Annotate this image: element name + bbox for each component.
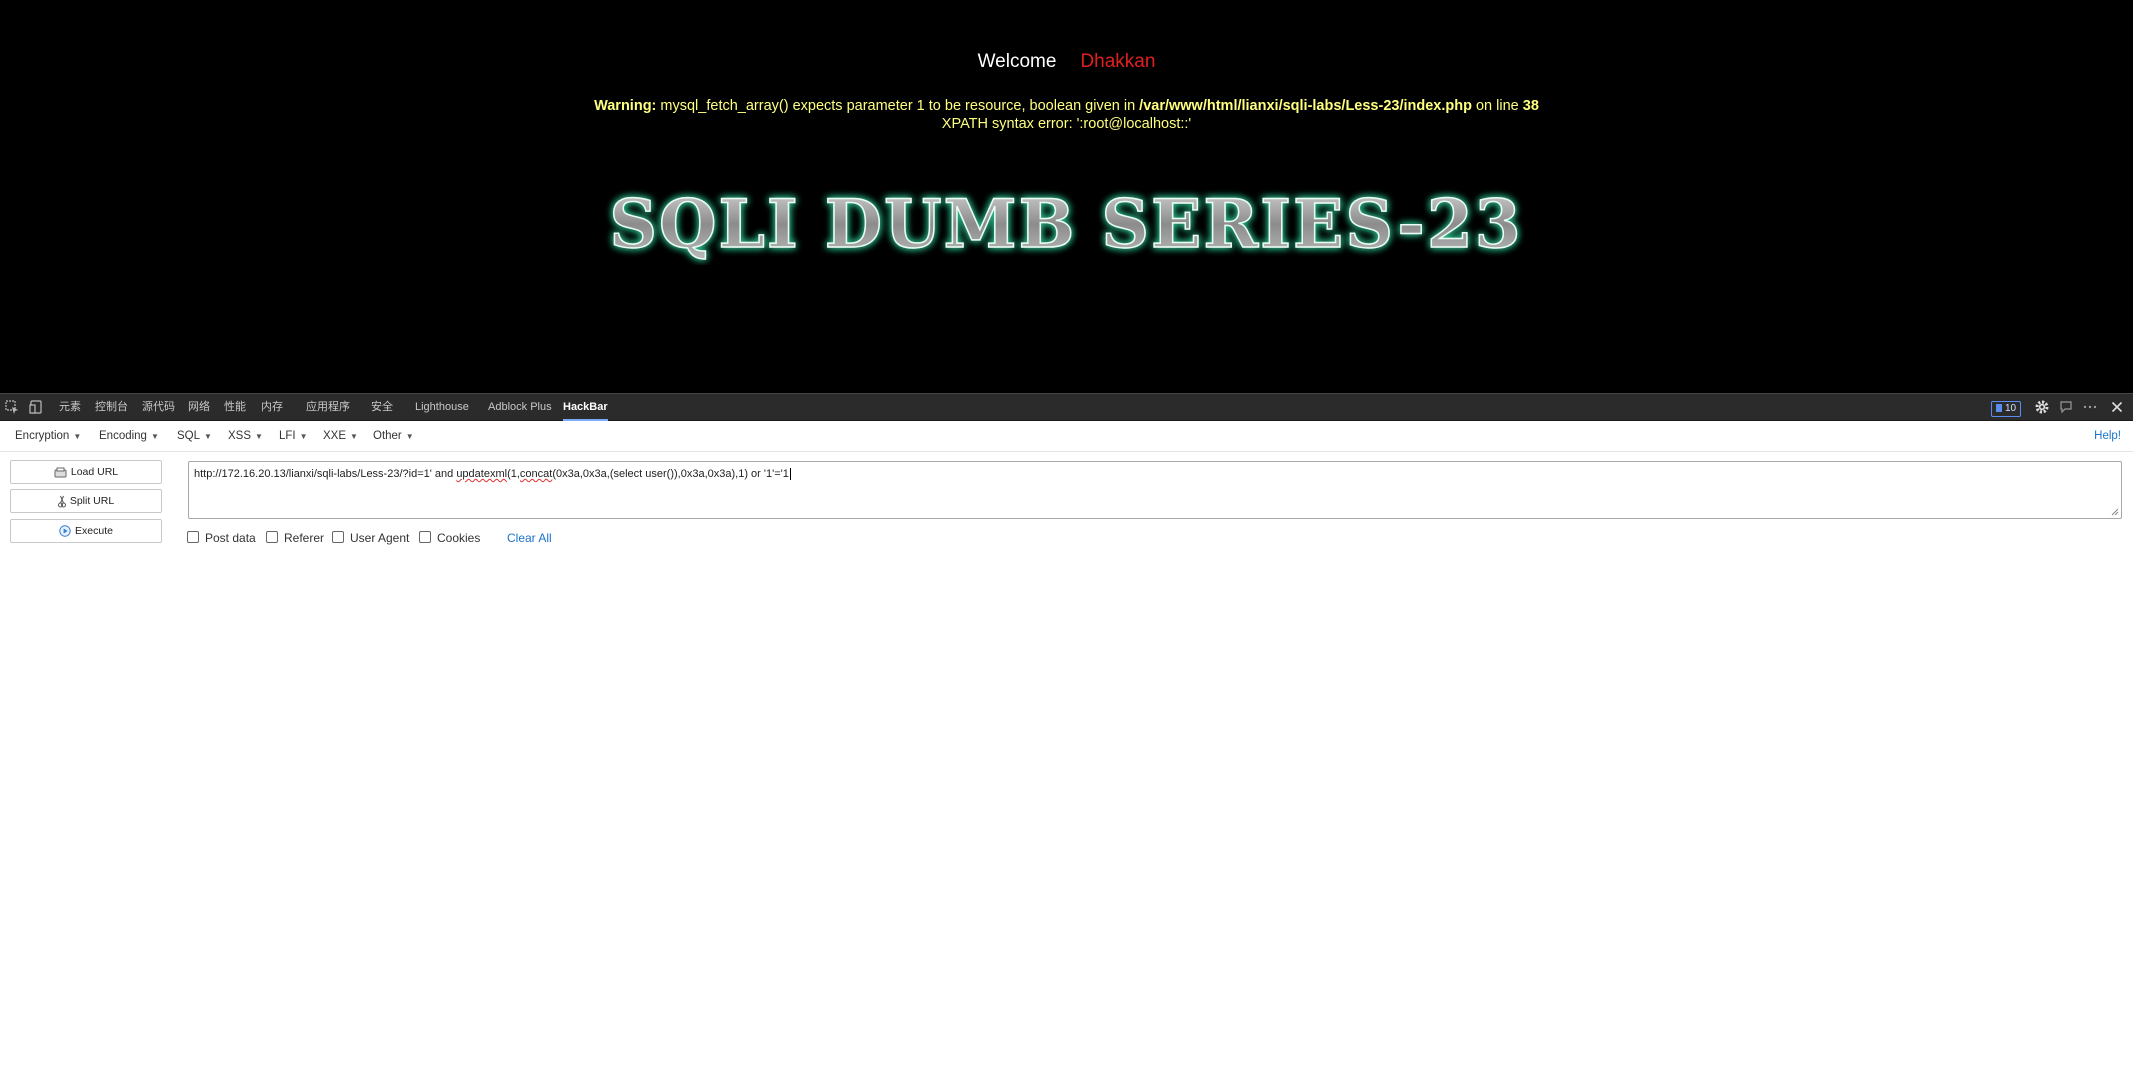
banner-text: SQLI DUMB SERIES-23 — [609, 185, 1522, 263]
issues-count: 10 — [2005, 403, 2017, 414]
chevron-down-icon: ▼ — [255, 432, 263, 441]
menu-encryption-label: Encryption — [15, 430, 70, 442]
devtools-tab-strip: 元素 控制台 源代码 网络 性能 内存 应用程序 安全 Lighthouse A… — [0, 393, 2133, 421]
settings-gear-icon[interactable] — [2034, 399, 2050, 415]
menu-encoding-label: Encoding — [99, 430, 147, 442]
tab-adblock-plus[interactable]: Adblock Plus — [488, 394, 552, 421]
tab-hackbar[interactable]: HackBar — [563, 394, 608, 421]
php-warning: Warning: mysql_fetch_array() expects par… — [0, 97, 2133, 133]
menu-sql-label: SQL — [177, 430, 201, 442]
split-url-label: Split URL — [69, 495, 115, 507]
issues-badge[interactable]: 10 — [1991, 401, 2022, 417]
load-url-label: Load URL — [70, 466, 119, 478]
post-data-label: Post data — [205, 531, 256, 545]
device-toolbar-icon[interactable] — [28, 399, 44, 415]
tab-sources[interactable]: 源代码 — [142, 394, 175, 421]
execute-label: Execute — [75, 525, 113, 537]
warning-line-number: 38 — [1522, 98, 1539, 114]
help-link[interactable]: Help! — [2094, 421, 2121, 451]
referer-label: Referer — [284, 531, 325, 545]
chevron-down-icon: ▼ — [405, 432, 414, 441]
url-text-part: (1, — [507, 468, 520, 480]
text-cursor — [789, 468, 791, 481]
tab-application[interactable]: 应用程序 — [306, 394, 350, 421]
url-text: http://172.16.20.13/lianxi/sqli-labs/Les… — [194, 468, 791, 481]
url-text-part: concat — [519, 468, 553, 480]
warning-message: mysql_fetch_array() expects parameter 1 … — [656, 98, 1140, 114]
clear-all-link[interactable]: Clear All — [507, 531, 552, 545]
post-data-option[interactable]: Post data — [187, 531, 256, 545]
menu-xss-label: XSS — [228, 430, 252, 442]
menu-xss[interactable]: XSS ▼ — [228, 421, 263, 451]
feedback-icon[interactable] — [2058, 399, 2074, 415]
xpath-error: XPATH syntax error: ':root@localhost::' — [941, 116, 1192, 132]
welcome-username: Dhakkan — [1080, 51, 1156, 72]
tab-memory[interactable]: 内存 — [261, 394, 283, 421]
cookies-option[interactable]: Cookies — [419, 531, 480, 545]
menu-xxe-label: XXE — [323, 430, 347, 442]
post-data-checkbox[interactable] — [187, 531, 199, 543]
scissors-icon — [57, 495, 66, 508]
load-url-button[interactable]: Load URL — [10, 460, 162, 484]
user-agent-label: User Agent — [350, 531, 410, 545]
split-url-button[interactable]: Split URL — [10, 489, 162, 513]
menu-encryption[interactable]: Encryption ▼ — [15, 421, 81, 451]
cookies-label: Cookies — [437, 531, 481, 545]
hackbar-menu-bar: Encryption ▼ Encoding ▼ SQL ▼ XSS ▼ LFI ▼ XXE… — [0, 421, 2133, 452]
warning-on-line: on line — [1471, 98, 1523, 114]
sqli-banner-image: SQLI DUMB SERIES-23 — [609, 185, 1522, 264]
user-agent-option[interactable]: User Agent — [332, 531, 409, 545]
tab-elements[interactable]: 元素 — [59, 394, 81, 421]
menu-other[interactable]: Other ▼ — [373, 421, 414, 451]
tab-security[interactable]: 安全 — [371, 394, 393, 421]
warning-prefix: Warning: — [594, 98, 657, 114]
tab-network[interactable]: 网络 — [188, 394, 210, 421]
page-viewport: Welcome Dhakkan Warning: mysql_fetch_arra… — [0, 0, 2133, 393]
resize-handle-icon[interactable] — [2111, 508, 2119, 516]
menu-sql[interactable]: SQL ▼ — [177, 421, 212, 451]
menu-other-label: Other — [373, 430, 402, 442]
chevron-down-icon: ▼ — [299, 432, 308, 441]
more-options-icon[interactable] — [2082, 399, 2098, 415]
user-agent-checkbox[interactable] — [332, 531, 344, 543]
inspect-element-icon[interactable] — [4, 399, 20, 415]
welcome-line: Welcome Dhakkan — [0, 51, 2133, 73]
menu-lfi[interactable]: LFI ▼ — [279, 421, 308, 451]
warning-path: /var/www/html/lianxi/sqli-labs/Less-23/i… — [1139, 98, 1472, 114]
chevron-down-icon: ▼ — [350, 432, 358, 441]
chevron-down-icon: ▼ — [150, 432, 159, 441]
close-devtools-icon[interactable] — [2109, 399, 2125, 415]
menu-xxe[interactable]: XXE ▼ — [323, 421, 358, 451]
url-text-part: (0x3a,0x3a,(select user()),0x3a,0x3a),1)… — [552, 468, 789, 480]
play-icon — [59, 525, 71, 537]
execute-button[interactable]: Execute — [10, 519, 162, 543]
url-text-part: updatexml — [456, 468, 508, 480]
referer-checkbox[interactable] — [266, 531, 278, 543]
tab-console[interactable]: 控制台 — [95, 394, 128, 421]
chevron-down-icon: ▼ — [73, 432, 82, 441]
cookies-checkbox[interactable] — [419, 531, 431, 543]
tab-lighthouse[interactable]: Lighthouse — [415, 394, 469, 421]
url-textarea[interactable]: http://172.16.20.13/lianxi/sqli-labs/Les… — [188, 461, 2122, 519]
menu-lfi-label: LFI — [279, 430, 296, 442]
tab-performance[interactable]: 性能 — [224, 394, 246, 421]
url-text-part: http://172.16.20.13/lianxi/sqli-labs/Les… — [194, 468, 457, 480]
chevron-down-icon: ▼ — [204, 432, 212, 441]
issues-flag-icon — [1996, 404, 2002, 413]
welcome-label: Welcome — [977, 51, 1057, 72]
menu-encoding[interactable]: Encoding ▼ — [99, 421, 159, 451]
load-url-icon — [54, 467, 67, 478]
referer-option[interactable]: Referer — [266, 531, 324, 545]
